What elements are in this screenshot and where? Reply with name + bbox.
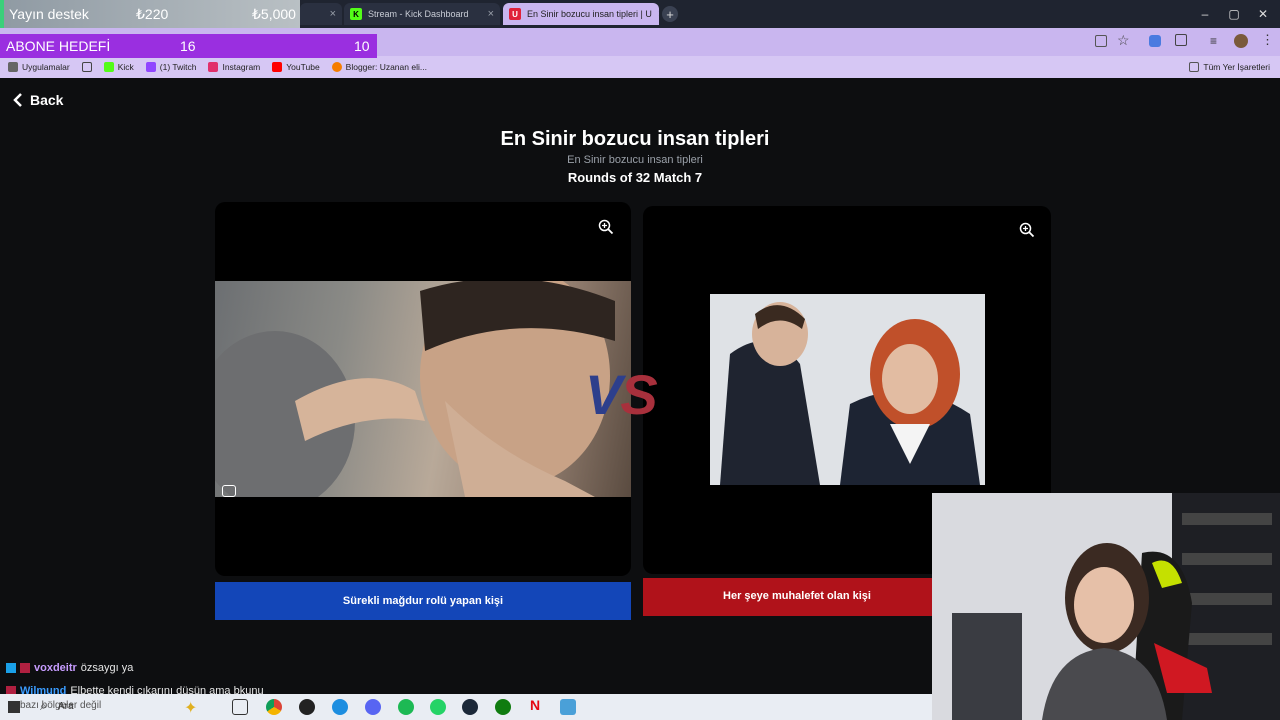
left-choice-card[interactable] [215,202,631,576]
close-window-icon[interactable]: ✕ [1248,4,1278,24]
left-photo-illustration [215,281,615,497]
edge-icon[interactable] [332,699,348,715]
donation-target: ₺5,000 [252,6,296,22]
extension-icon[interactable] [1149,35,1161,47]
tab-previous[interactable]: × [300,3,342,25]
close-tab-icon[interactable]: × [488,8,494,20]
extensions-puzzle-icon[interactable] [1175,34,1187,46]
chat-badge-icon [6,663,16,673]
round-info: Rounds of 32 Match 7 [567,170,703,185]
media-icon[interactable]: ≡ [1210,34,1217,48]
webcam-overlay [932,493,1280,720]
tab-kick-dashboard[interactable]: K Stream - Kick Dashboard × [344,3,500,25]
bookmark-youtube[interactable]: YouTube [272,62,320,72]
tab-active[interactable]: U En Sinir bozucu insan tipleri | U × [503,3,659,25]
page-title: En Sinir bozucu insan tipleri [500,128,770,150]
apps-grid-icon [8,62,18,72]
goal-remaining: 10 [354,38,370,54]
donation-label: Yayın destek [9,6,89,22]
spotify-icon[interactable] [398,699,414,715]
donation-progress-fill [0,0,4,28]
bookmarks-bar: Uygulamalar Kick (1) Twitch Instagram Yo… [0,56,1280,78]
chrome-icon[interactable] [266,699,282,715]
subscriber-goal-overlay: ABONE HEDEFİ 16 10 [0,34,377,58]
goal-current: 16 [180,38,196,54]
all-bookmarks[interactable]: Tüm Yer İşaretleri [1189,62,1280,72]
taskbar-search[interactable]: Ara [58,701,74,712]
instagram-icon [208,62,219,72]
bookmark-kick[interactable]: Kick [103,62,134,72]
camera-icon[interactable] [222,485,236,497]
kick-icon [103,62,114,72]
chevron-left-icon [13,93,22,107]
kick-icon: K [350,8,362,20]
task-view-icon[interactable] [232,699,248,715]
zoom-in-icon[interactable] [598,219,614,235]
settings-app-icon[interactable] [560,699,576,715]
back-label: Back [30,92,64,108]
xbox-icon[interactable] [495,699,511,715]
windows-taskbar: bazı bölgeler değil ⌕ Ara ✦ N [0,694,932,720]
windows-start-icon[interactable] [8,701,20,713]
goal-label: ABONE HEDEFİ [6,38,111,54]
tab-label: Stream - Kick Dashboard [368,9,469,19]
search-icon[interactable]: ⌕ [40,699,47,714]
obs-icon[interactable] [299,699,315,715]
right-choice-image [710,294,985,485]
blogger-icon [331,62,342,72]
menu-kebab-icon[interactable]: ⋮ [1261,32,1274,48]
copilot-sparkle-icon[interactable]: ✦ [184,698,197,718]
new-tab-button[interactable]: + [662,6,678,22]
back-button[interactable]: Back [12,92,63,108]
bookmark-apps[interactable]: Uygulamalar [8,62,70,72]
donation-current: ₺220 [136,6,169,22]
webcam-feed [932,493,1280,720]
left-choice-image [215,281,631,497]
bookmark-blogger[interactable]: Blogger: Uzanan eli... [331,62,427,72]
bookmark-instagram[interactable]: Instagram [208,62,260,72]
bookmark-grid[interactable] [81,62,92,72]
zoom-in-icon[interactable] [1019,222,1035,238]
vs-s: S [620,363,657,426]
bookmark-twitch[interactable]: (1) Twitch [145,62,196,72]
chat-badge-icon [20,663,30,673]
close-tab-icon[interactable]: × [658,8,659,20]
profile-avatar[interactable] [1234,34,1248,48]
page-subtitle: En Sinir bozucu insan tipleri [567,154,703,166]
translate-icon[interactable] [1095,35,1107,47]
donation-goal-overlay: Yayın destek ₺220 ₺5,000 [0,0,300,28]
chat-message: voxdeitr özsaygı ya [6,662,133,674]
grid-icon [81,62,92,72]
bookmark-star-icon[interactable]: ☆ [1117,32,1130,49]
close-tab-icon[interactable]: × [330,8,336,20]
folder-icon [1189,62,1200,72]
chat-username: voxdeitr [34,662,77,674]
right-photo-illustration [710,294,985,485]
chat-text: özsaygı ya [80,662,134,674]
youtube-icon [272,62,283,72]
whatsapp-icon[interactable] [430,699,446,715]
tab-label: En Sinir bozucu insan tipleri | U [527,9,652,19]
steam-icon[interactable] [462,699,478,715]
minimize-icon[interactable]: – [1190,4,1220,24]
site-icon: U [509,8,521,20]
vs-v: V [585,363,622,426]
maximize-icon[interactable]: ▢ [1219,4,1249,24]
discord-icon[interactable] [365,699,381,715]
left-choice-button[interactable]: Sürekli mağdur rolü yapan kişi [215,582,631,620]
vs-label: VS [585,362,658,427]
twitch-icon [145,62,156,72]
netflix-icon[interactable]: N [530,697,540,713]
